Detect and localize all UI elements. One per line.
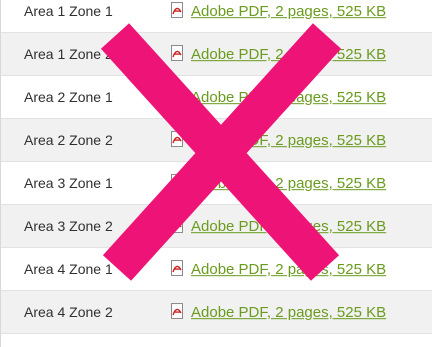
area-zone-label: Area 1 Zone 2 — [24, 46, 113, 62]
pdf-file-icon — [171, 303, 183, 320]
pdf-download-link[interactable]: Adobe PDF, 2 pages, 525 KB — [191, 132, 386, 149]
table-row: Area 3 Zone 1 Adobe PDF, 2 pages, 525 KB — [1, 162, 432, 205]
pdf-download-link[interactable]: Adobe PDF, 2 pages, 525 KB — [191, 46, 386, 63]
pdf-download-link[interactable]: Adobe PDF, 2 pages, 525 KB — [191, 3, 386, 20]
area-zone-label: Area 3 Zone 2 — [24, 218, 113, 234]
table-row: Area 2 Zone 1 Adobe PDF, 2 pages, 525 KB — [1, 76, 432, 119]
pdf-download-link[interactable]: Adobe PDF, 2 pages, 525 KB — [191, 175, 386, 192]
area-zone-label: Area 2 Zone 1 — [24, 89, 113, 105]
area-zone-label: Area 4 Zone 2 — [24, 304, 113, 320]
pdf-file-icon — [171, 88, 183, 105]
table-row: Area 2 Zone 2 Adobe PDF, 2 pages, 525 KB — [1, 119, 432, 162]
area-zone-label: Area 1 Zone 1 — [24, 3, 113, 19]
table-row: Area 3 Zone 2 Adobe PDF, 2 pages, 525 KB — [1, 205, 432, 248]
pdf-file-icon — [171, 217, 183, 234]
area-zone-label: Area 4 Zone 1 — [24, 261, 113, 277]
table-row: Area 4 Zone 1 Adobe PDF, 2 pages, 525 KB — [1, 248, 432, 291]
table-row: Area 4 Zone 2 Adobe PDF, 2 pages, 525 KB — [1, 291, 432, 334]
pdf-downloads-list: Area 1 Zone 1 Adobe PDF, 2 pages, 525 KB… — [0, 0, 432, 347]
downloads-table: Area 1 Zone 1 Adobe PDF, 2 pages, 525 KB… — [0, 0, 432, 347]
table-row: Area 1 Zone 1 Adobe PDF, 2 pages, 525 KB — [1, 0, 432, 33]
pdf-download-link[interactable]: Adobe PDF, 2 pages, 525 KB — [191, 304, 386, 321]
pdf-download-link[interactable]: Adobe PDF, 2 pages, 525 KB — [191, 261, 386, 278]
area-zone-label: Area 3 Zone 1 — [24, 175, 113, 191]
pdf-file-icon — [171, 174, 183, 191]
pdf-download-link[interactable]: Adobe PDF, 2 pages, 525 KB — [191, 218, 386, 235]
pdf-file-icon — [171, 45, 183, 62]
area-zone-label: Area 2 Zone 2 — [24, 132, 113, 148]
pdf-file-icon — [171, 2, 183, 19]
pdf-file-icon — [171, 260, 183, 277]
pdf-download-link[interactable]: Adobe PDF, 2 pages, 525 KB — [191, 89, 386, 106]
table-row: Area 1 Zone 2 Adobe PDF, 2 pages, 525 KB — [1, 33, 432, 76]
pdf-file-icon — [171, 131, 183, 148]
